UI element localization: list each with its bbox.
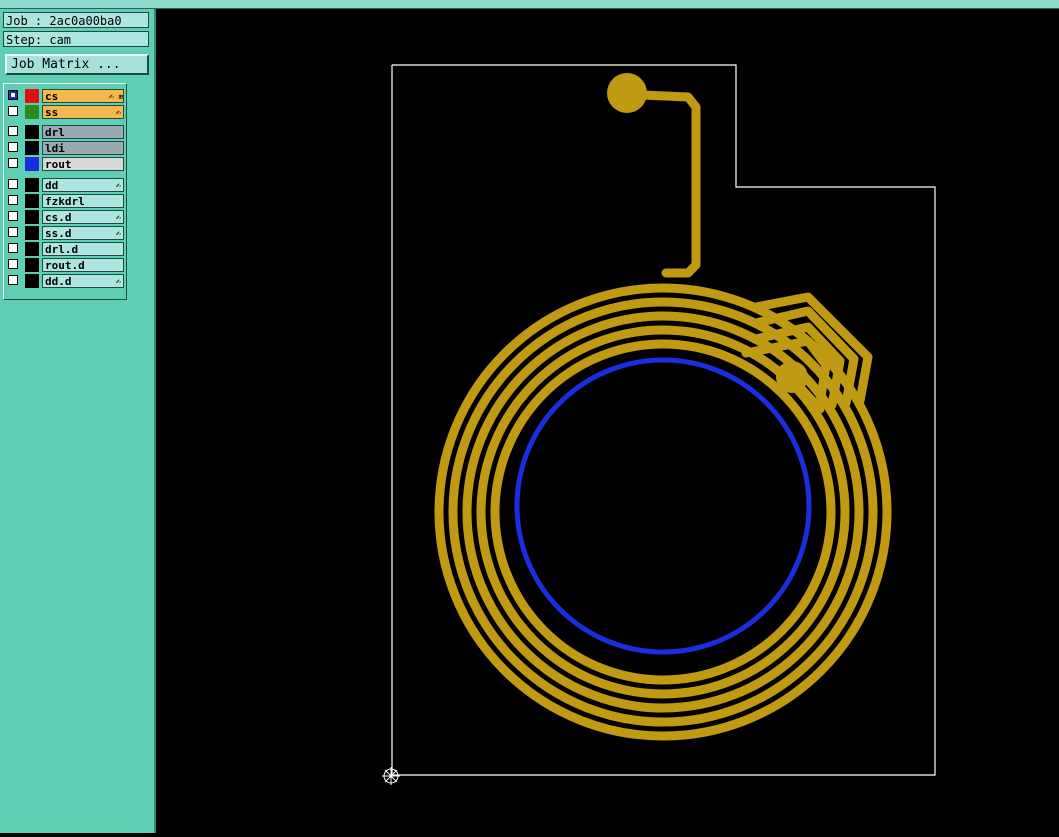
layer-name[interactable]: cs.d ✍	[42, 210, 124, 224]
layer-sidebar: Job : 2ac0a00ba0 Step: cam Job Matrix ..…	[0, 9, 156, 833]
layer-name[interactable]: rout.d	[42, 258, 124, 272]
layer-checkbox[interactable]	[8, 106, 18, 116]
layer-color-swatch[interactable]	[25, 125, 39, 139]
layer-checkbox[interactable]	[8, 158, 18, 168]
layer-color-swatch[interactable]	[25, 178, 39, 192]
layer-row-drl[interactable]: drl	[6, 125, 124, 139]
layer-checkbox[interactable]	[8, 195, 18, 205]
layer-name[interactable]: drl	[42, 125, 124, 139]
layer-color-swatch[interactable]	[25, 194, 39, 208]
layer-name[interactable]: ss ✍	[42, 105, 124, 119]
top-bar	[0, 0, 1059, 9]
layer-name-text: fzkdrl	[45, 195, 85, 208]
layer-name-text: drl	[45, 126, 65, 139]
canvas-background	[156, 9, 1059, 833]
layer-checkbox[interactable]	[8, 275, 18, 285]
layer-row-dd-d[interactable]: dd.d ✍	[6, 274, 124, 288]
hand-icon: ✍	[115, 277, 121, 287]
layer-checkbox[interactable]	[8, 179, 18, 189]
layer-row-fzkdrl[interactable]: fzkdrl	[6, 194, 124, 208]
hand-icon: ✍	[108, 92, 114, 102]
layer-name[interactable]: cs ✍ ⊞	[42, 89, 124, 103]
trace-pad-inner	[776, 361, 808, 393]
layer-name[interactable]: drl.d	[42, 242, 124, 256]
layer-row-rout-d[interactable]: rout.d	[6, 258, 124, 272]
layer-name-text: ldi	[45, 142, 65, 155]
layer-row-cs[interactable]: cs ✍ ⊞	[6, 89, 124, 103]
layer-color-swatch[interactable]	[25, 210, 39, 224]
grid-icon: ⊞	[118, 93, 123, 101]
hand-icon: ✍	[115, 229, 121, 239]
layer-checkbox[interactable]	[8, 259, 18, 269]
layer-checkbox[interactable]	[8, 211, 18, 221]
job-matrix-button[interactable]: Job Matrix ...	[5, 54, 149, 75]
trace-pad-top	[607, 73, 647, 113]
layer-name-text: cs.d	[45, 211, 72, 224]
layer-checkbox[interactable]	[8, 126, 18, 136]
layer-name[interactable]: fzkdrl	[42, 194, 124, 208]
hand-icon: ✍	[115, 213, 121, 223]
layer-name-text: cs	[45, 90, 59, 103]
layer-list: cs ✍ ⊞ ss ✍ drl ldi rout dd ✍ fzkdrl cs.d ✍ ss.d ✍ drl.…	[3, 83, 127, 300]
layer-checkbox[interactable]	[8, 142, 18, 152]
step-label: Step: cam	[3, 31, 149, 47]
layer-name-text: drl.d	[45, 243, 79, 256]
layer-color-swatch[interactable]	[25, 258, 39, 272]
layer-name-text: dd	[45, 179, 59, 192]
layer-name-text: ss	[45, 106, 59, 119]
layer-row-cs-d[interactable]: cs.d ✍	[6, 210, 124, 224]
layer-name-text: rout.d	[45, 259, 85, 272]
layer-color-swatch[interactable]	[25, 157, 39, 171]
layer-row-rout[interactable]: rout	[6, 157, 124, 171]
layer-color-swatch[interactable]	[25, 226, 39, 240]
layer-name[interactable]: dd ✍	[42, 178, 124, 192]
layer-row-drl-d[interactable]: drl.d	[6, 242, 124, 256]
hand-icon: ✍	[115, 181, 121, 191]
layer-name[interactable]: ldi	[42, 141, 124, 155]
layer-name-text: rout	[45, 158, 72, 171]
layer-checkbox[interactable]	[8, 90, 18, 100]
layer-name[interactable]: rout	[42, 157, 124, 171]
layer-row-ss-d[interactable]: ss.d ✍	[6, 226, 124, 240]
layer-color-swatch[interactable]	[25, 105, 39, 119]
layer-row-ldi[interactable]: ldi	[6, 141, 124, 155]
pcb-view	[156, 9, 1059, 833]
layer-checkbox[interactable]	[8, 227, 18, 237]
layer-color-swatch[interactable]	[25, 89, 39, 103]
layer-name-text: ss.d	[45, 227, 72, 240]
layer-checkbox[interactable]	[8, 243, 18, 253]
layer-color-swatch[interactable]	[25, 141, 39, 155]
layer-row-ss[interactable]: ss ✍	[6, 105, 124, 119]
layer-color-swatch[interactable]	[25, 274, 39, 288]
layer-color-swatch[interactable]	[25, 242, 39, 256]
layer-name[interactable]: ss.d ✍	[42, 226, 124, 240]
graphics-canvas[interactable]	[156, 9, 1059, 833]
layer-row-dd[interactable]: dd ✍	[6, 178, 124, 192]
job-label: Job : 2ac0a00ba0	[3, 12, 149, 28]
hand-icon: ✍	[115, 108, 121, 118]
layer-name[interactable]: dd.d ✍	[42, 274, 124, 288]
layer-name-text: dd.d	[45, 275, 72, 288]
